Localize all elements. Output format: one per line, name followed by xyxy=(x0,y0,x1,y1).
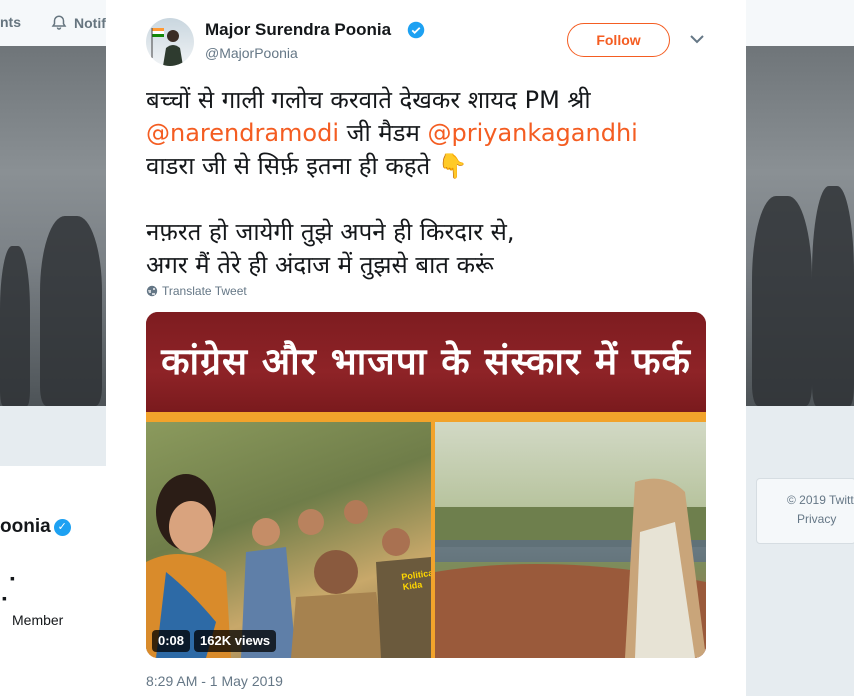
video-right-frame xyxy=(435,422,706,658)
background-footer-card: © 2019 Twitt Privacy xyxy=(756,478,854,544)
tweet-modal: Major Surendra Poonia @MajorPoonia Follo… xyxy=(106,0,746,696)
verified-badge-icon xyxy=(407,21,425,39)
tweet-timestamp[interactable]: 8:29 AM - 1 May 2019 xyxy=(146,673,283,689)
background-profile-name: oonia ✓ xyxy=(0,516,71,538)
verified-icon: ✓ xyxy=(53,519,71,536)
video-player[interactable]: कांग्रेस और भाजपा के संस्कार में फर्क Po… xyxy=(146,312,706,658)
bell-icon xyxy=(51,15,67,30)
tweet-line: @narendramodi जी मैडम @priyankagandhi xyxy=(146,119,638,147)
video-banner: कांग्रेस और भाजपा के संस्कार में फर्क xyxy=(146,312,706,412)
tweet-text: बच्चों से गाली गलोच करवाते देखकर शायद PM… xyxy=(146,84,726,282)
nav-notifications[interactable]: Notifi xyxy=(50,14,110,32)
mention-link[interactable]: @narendramodi xyxy=(146,119,339,147)
translate-label: Translate Tweet xyxy=(162,284,247,298)
tweet-line: बच्चों से गाली गलोच करवाते देखकर शायद PM… xyxy=(146,86,591,114)
bullet-icon: ▪ xyxy=(2,590,7,606)
video-watermark: Political Kida xyxy=(400,567,437,592)
bullet-icon: ▪ xyxy=(10,570,15,586)
display-name[interactable]: Major Surendra Poonia xyxy=(205,20,391,40)
background-member-label: Member xyxy=(12,612,64,628)
video-left-frame: Political Kida xyxy=(146,422,437,658)
video-duration-badge: 0:08 xyxy=(152,630,191,652)
mention-link[interactable]: @priyankagandhi xyxy=(427,119,637,147)
nav-label: Notifi xyxy=(74,15,110,31)
avatar[interactable] xyxy=(146,18,194,66)
background-profile-card xyxy=(0,466,108,696)
tweet-line: अगर मैं तेरे ही अंदाज में तुझसे बात करूं xyxy=(146,251,494,279)
translate-tweet-link[interactable]: Translate Tweet xyxy=(146,284,247,298)
footer-copyright: © 2019 Twitt xyxy=(787,493,854,507)
follow-button[interactable]: Follow xyxy=(567,23,670,57)
chevron-down-icon[interactable] xyxy=(690,34,704,44)
pointing-down-emoji: 👇 xyxy=(437,152,468,180)
footer-privacy-link[interactable]: Privacy xyxy=(757,510,854,529)
video-views-badge: 162K views xyxy=(194,630,277,652)
tweet-line: नफ़रत हो जायेगी तुझे अपने ही किरदार से, xyxy=(146,218,515,246)
nav-moments[interactable]: nts xyxy=(0,14,21,30)
user-handle[interactable]: @MajorPoonia xyxy=(205,45,298,61)
globe-icon xyxy=(146,285,158,297)
video-stripe xyxy=(146,412,706,422)
nav-label: nts xyxy=(0,14,21,30)
tweet-line: वाडरा जी से सिर्फ़ इतना ही कहते 👇 xyxy=(146,152,468,180)
video-banner-text: कांग्रेस और भाजपा के संस्कार में फर्क xyxy=(161,340,691,383)
